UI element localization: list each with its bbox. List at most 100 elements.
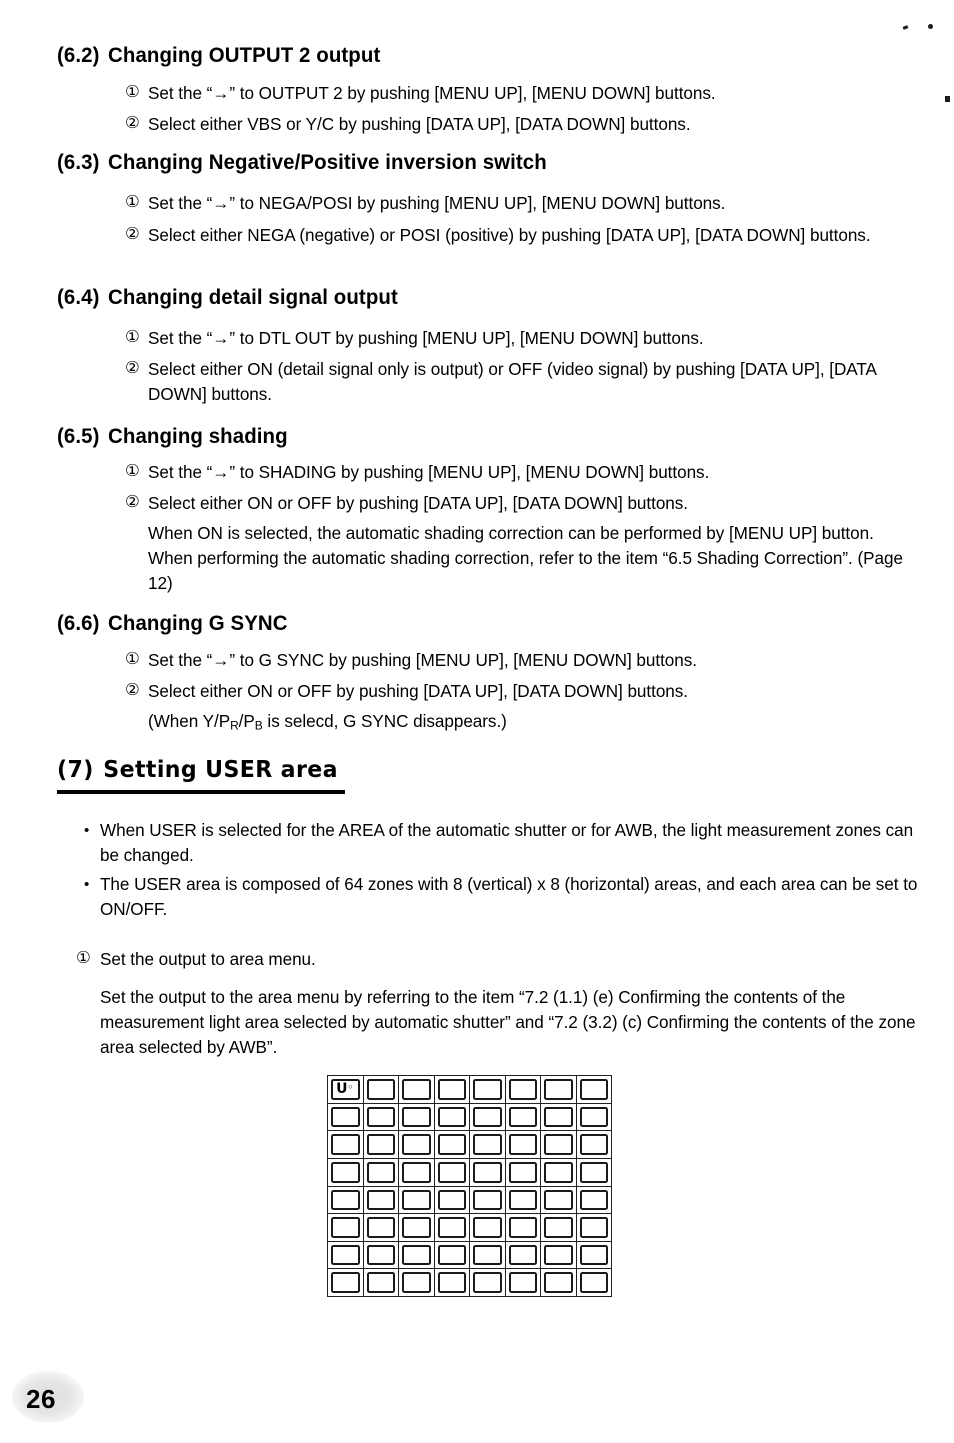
- heading-6-3-title: Changing Negative/Positive inversion swi…: [108, 150, 547, 174]
- grid-cell[interactable]: [541, 1103, 577, 1132]
- grid-cell[interactable]: [363, 1103, 399, 1132]
- grid-cell[interactable]: [399, 1158, 435, 1187]
- grid-cell[interactable]: [434, 1214, 470, 1242]
- grid-cell[interactable]: [399, 1076, 435, 1104]
- grid-cell[interactable]: [505, 1103, 541, 1132]
- bullet-marker: •: [84, 822, 90, 839]
- grid-cell[interactable]: [576, 1131, 612, 1159]
- grid-cell[interactable]: [576, 1241, 612, 1270]
- step-text: Set the “→” to NEGA/POSI by pushing [MEN…: [148, 193, 726, 213]
- grid-cell[interactable]: [434, 1076, 470, 1104]
- grid-cell[interactable]: [399, 1241, 435, 1270]
- grid-cell[interactable]: [434, 1269, 470, 1297]
- heading-6-4-title: Changing detail signal output: [108, 285, 398, 309]
- grid-cell[interactable]: [541, 1241, 577, 1270]
- gsync-note-mid: /P: [238, 711, 255, 731]
- step-text: Set the “→” to SHADING by pushing [MENU …: [148, 462, 710, 482]
- bullet-text: When USER is selected for the AREA of th…: [100, 820, 914, 865]
- grid-cell[interactable]: [363, 1186, 399, 1215]
- grid-cell[interactable]: [470, 1241, 506, 1270]
- heading-6-5: (6.5) Changing shading: [57, 424, 288, 449]
- grid-cell[interactable]: [434, 1103, 470, 1132]
- grid-cell[interactable]: [505, 1158, 541, 1187]
- grid-cell[interactable]: [434, 1186, 470, 1215]
- grid-cell[interactable]: [541, 1076, 577, 1104]
- scan-speckle-icon: [945, 96, 950, 102]
- step-body-text: Set the output to the area menu by refer…: [100, 987, 916, 1057]
- bullet-marker: •: [84, 876, 90, 893]
- heading-6-5-title: Changing shading: [108, 424, 288, 448]
- grid-cell[interactable]: [328, 1186, 364, 1215]
- grid-cell[interactable]: [470, 1076, 506, 1104]
- step-marker: ②: [125, 359, 140, 377]
- cursor-ring-icon: ◦: [347, 1083, 354, 1094]
- grid-cell[interactable]: U ◦: [328, 1076, 364, 1104]
- step-marker: ①: [125, 462, 140, 480]
- grid-cell[interactable]: [363, 1241, 399, 1270]
- grid-cell[interactable]: [328, 1103, 364, 1132]
- grid-cell[interactable]: [399, 1103, 435, 1132]
- bullet-text: The USER area is composed of 64 zones wi…: [100, 874, 918, 919]
- grid-cell[interactable]: [470, 1186, 506, 1215]
- grid-cell[interactable]: [505, 1186, 541, 1215]
- grid-cell[interactable]: [541, 1269, 577, 1297]
- grid-cell[interactable]: [328, 1214, 364, 1242]
- document-page: (6.2) Changing OUTPUT 2 output ① Set the …: [0, 0, 954, 1443]
- grid-cell[interactable]: [576, 1076, 612, 1104]
- grid-cell[interactable]: [576, 1186, 612, 1215]
- user-area-grid[interactable]: U ◦: [327, 1075, 612, 1297]
- shading-note: When ON is selected, the automatic shadi…: [148, 523, 903, 593]
- grid-cell[interactable]: [434, 1241, 470, 1270]
- step-marker: ②: [125, 681, 140, 699]
- grid-cell[interactable]: [541, 1131, 577, 1159]
- grid-cell[interactable]: [505, 1241, 541, 1270]
- scan-speckle-icon: [928, 24, 933, 29]
- step-text: Set the output to area menu.: [100, 949, 316, 969]
- grid-cell[interactable]: [576, 1269, 612, 1297]
- grid-cell[interactable]: [505, 1269, 541, 1297]
- grid-cell[interactable]: [470, 1158, 506, 1187]
- grid-cell[interactable]: [505, 1076, 541, 1104]
- grid-cell[interactable]: [328, 1158, 364, 1187]
- grid-cell[interactable]: [328, 1241, 364, 1270]
- grid-cell[interactable]: [470, 1269, 506, 1297]
- step-marker: ①: [125, 83, 140, 101]
- grid-cell[interactable]: [541, 1158, 577, 1187]
- heading-6-4: (6.4) Changing detail signal output: [57, 285, 398, 310]
- grid-cell[interactable]: [505, 1214, 541, 1242]
- cursor-glyph: U: [336, 1080, 348, 1097]
- heading-6-6: (6.6) Changing G SYNC: [57, 611, 288, 636]
- grid-cell[interactable]: [576, 1158, 612, 1187]
- grid-cell[interactable]: [434, 1158, 470, 1187]
- grid-cell[interactable]: [328, 1269, 364, 1297]
- grid-cell[interactable]: [399, 1214, 435, 1242]
- grid-cell[interactable]: [470, 1131, 506, 1159]
- grid-cell[interactable]: [470, 1214, 506, 1242]
- grid-cell[interactable]: [576, 1103, 612, 1132]
- grid-cell[interactable]: [363, 1158, 399, 1187]
- heading-6-2-number: (6.2): [57, 43, 100, 67]
- grid-cell[interactable]: [399, 1186, 435, 1215]
- grid-cell[interactable]: [363, 1131, 399, 1159]
- gsync-note-prefix: (When Y/P: [148, 711, 231, 731]
- heading-7-underline: [57, 790, 345, 794]
- step-marker: ①: [125, 193, 140, 211]
- grid-cell[interactable]: [541, 1186, 577, 1215]
- grid-cell[interactable]: [470, 1103, 506, 1132]
- grid-cell[interactable]: [328, 1131, 364, 1159]
- grid-cell[interactable]: [505, 1131, 541, 1159]
- step-marker: ②: [125, 225, 140, 243]
- step-text: Set the “→” to G SYNC by pushing [MENU U…: [148, 650, 697, 670]
- grid-cell[interactable]: [363, 1076, 399, 1104]
- grid-cell[interactable]: [363, 1269, 399, 1297]
- heading-6-6-title: Changing G SYNC: [108, 611, 288, 635]
- grid-cell[interactable]: [541, 1214, 577, 1242]
- grid-cell[interactable]: [399, 1131, 435, 1159]
- grid-cell[interactable]: [399, 1269, 435, 1297]
- grid-cell[interactable]: [576, 1214, 612, 1242]
- grid-cell[interactable]: [434, 1131, 470, 1159]
- heading-6-4-number: (6.4): [57, 285, 100, 309]
- page-number: 26: [26, 1384, 56, 1414]
- heading-7: (7) Setting USER area: [57, 757, 338, 783]
- grid-cell[interactable]: [363, 1214, 399, 1242]
